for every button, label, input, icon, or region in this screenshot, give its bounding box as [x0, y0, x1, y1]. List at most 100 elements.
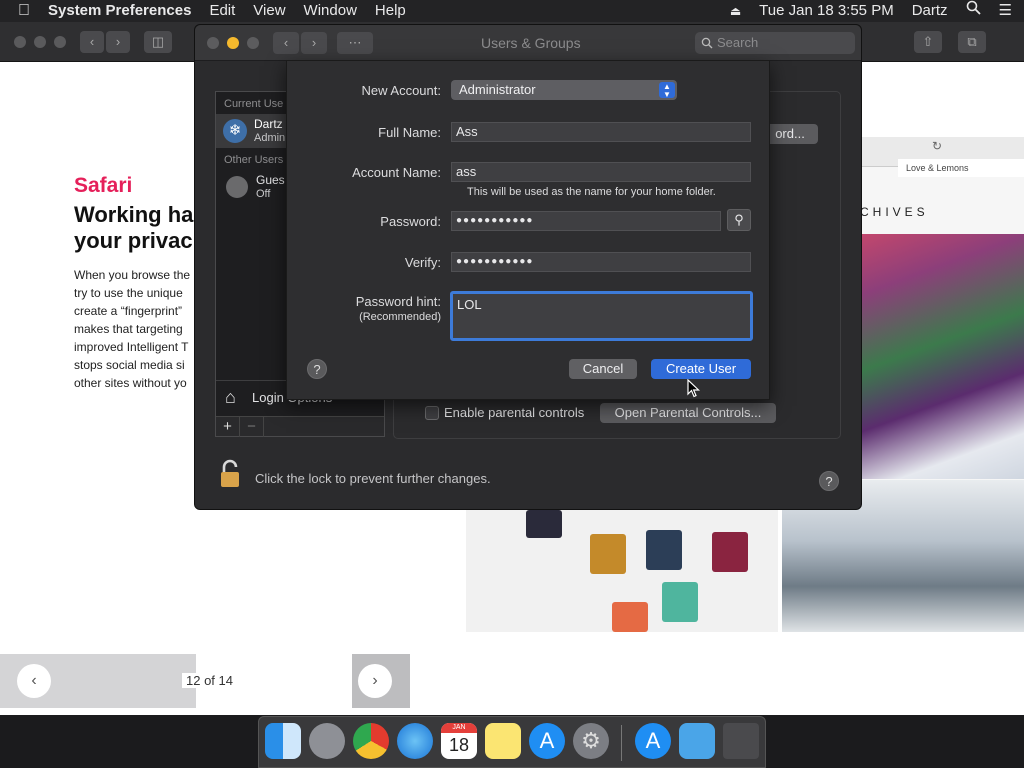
- share-icon[interactable]: ⇧: [914, 31, 942, 53]
- preview-tab: Love & Lemons: [898, 159, 1024, 177]
- cube: [712, 532, 748, 572]
- search-icon: [701, 36, 713, 54]
- forward-icon[interactable]: ›: [301, 32, 327, 54]
- app-menu[interactable]: System Preferences: [39, 0, 200, 22]
- system-preferences-gear-icon[interactable]: ⚙: [573, 723, 609, 759]
- article-body: When you browse the try to use the uniqu…: [74, 266, 199, 392]
- show-all-grid-icon[interactable]: ⋯: [337, 32, 373, 54]
- close-button[interactable]: [14, 36, 26, 48]
- preview-heading: CHIVES: [860, 205, 929, 219]
- sidebar-icon[interactable]: ◫: [144, 31, 172, 53]
- current-users-header: Current Use: [224, 98, 284, 110]
- lock-icon[interactable]: [219, 459, 243, 494]
- house-icon: ⌂: [225, 387, 236, 407]
- guest-status: Off: [256, 188, 271, 200]
- create-user-button[interactable]: Create User: [651, 359, 751, 379]
- finder-icon[interactable]: [265, 723, 301, 759]
- account-name-field[interactable]: ass: [451, 162, 751, 182]
- body-line: When you browse the: [74, 268, 191, 282]
- forward-icon[interactable]: ›: [106, 31, 130, 53]
- verify-field[interactable]: ●●●●●●●●●●●: [451, 252, 751, 272]
- full-name-field[interactable]: Ass: [451, 122, 751, 142]
- prefs-toolbar: ‹ › ⋯ Users & Groups Search: [195, 25, 861, 61]
- spotlight-search-icon[interactable]: [957, 0, 990, 22]
- trash-icon[interactable]: [723, 723, 759, 759]
- guest-avatar-icon: [226, 176, 248, 198]
- password-assistant-key-icon[interactable]: ⚲: [727, 209, 751, 231]
- notification-center-icon[interactable]: ☰: [990, 0, 1024, 22]
- snowflake-avatar-icon: ❄: [223, 119, 247, 143]
- gallery-next-button[interactable]: ›: [358, 664, 392, 698]
- new-account-label: New Account:: [361, 83, 442, 98]
- cube: [646, 530, 682, 570]
- user-menu[interactable]: Dartz: [903, 0, 957, 22]
- cubes-image: [466, 510, 778, 632]
- downloads-folder-icon[interactable]: [679, 723, 715, 759]
- zoom-button[interactable]: [54, 36, 66, 48]
- body-line: improved Intelligent T: [74, 340, 189, 354]
- calendar-month: JAN: [441, 723, 477, 733]
- add-user-button[interactable]: +: [216, 417, 240, 437]
- open-parental-controls-button[interactable]: Open Parental Controls...: [600, 403, 776, 423]
- lock-message: Click the lock to prevent further change…: [255, 471, 491, 486]
- guest-name: Gues: [256, 173, 285, 187]
- reload-icon: ↻: [932, 139, 943, 153]
- gallery-prev-button[interactable]: ‹: [17, 664, 51, 698]
- help-button[interactable]: ?: [819, 471, 839, 491]
- calendar-day: 18: [448, 735, 470, 755]
- app-store-icon[interactable]: A: [529, 723, 565, 759]
- minimize-button[interactable]: [34, 36, 46, 48]
- back-icon[interactable]: ‹: [80, 31, 104, 53]
- hint-sublabel: (Recommended): [359, 311, 441, 323]
- sheet-help-button[interactable]: ?: [307, 359, 327, 379]
- cube: [662, 582, 698, 622]
- account-type-popup[interactable]: Administrator: [451, 80, 677, 100]
- notes-icon[interactable]: [485, 723, 521, 759]
- user-list-footer: + −: [216, 416, 384, 437]
- zoom-button[interactable]: [247, 37, 259, 49]
- remove-user-button[interactable]: −: [240, 417, 264, 437]
- hint-label: Password hint:: [355, 294, 441, 309]
- clock[interactable]: Tue Jan 18 3:55 PM: [750, 0, 903, 22]
- article-title: Working ha your privac: [74, 202, 194, 253]
- body-line: create a “fingerprint”: [74, 304, 183, 318]
- tabs-icon[interactable]: ⧉: [958, 31, 986, 53]
- password-field[interactable]: ●●●●●●●●●●●: [451, 211, 721, 231]
- parental-controls-checkbox[interactable]: [425, 406, 439, 420]
- menu-window[interactable]: Window: [295, 0, 366, 22]
- window-title: Users & Groups: [481, 35, 581, 51]
- menu-bar:  System Preferences Edit View Window He…: [0, 0, 1024, 22]
- search-field[interactable]: Search: [695, 32, 855, 54]
- downloads-appstore-icon[interactable]: A: [635, 723, 671, 759]
- body-line: other sites without yo: [74, 376, 187, 390]
- close-button[interactable]: [207, 37, 219, 49]
- dock: JAN 18 A ⚙ A: [258, 716, 766, 768]
- password-hint-field[interactable]: LOL: [450, 291, 753, 341]
- launchpad-rocket-icon[interactable]: [309, 723, 345, 759]
- gallery-pager: ‹ 12 of 14 ›: [0, 654, 410, 708]
- account-name-hint: This will be used as the name for your h…: [467, 186, 716, 198]
- menu-edit[interactable]: Edit: [200, 0, 244, 22]
- gallery-page-label: 12 of 14: [182, 673, 237, 688]
- calendar-icon[interactable]: JAN 18: [441, 723, 477, 759]
- cube: [526, 510, 562, 538]
- eject-icon[interactable]: ⏏: [721, 0, 750, 22]
- mouse-cursor-icon: [687, 378, 701, 404]
- body-line: stops social media si: [74, 358, 185, 372]
- safari-compass-icon[interactable]: [397, 723, 433, 759]
- apple-menu-icon[interactable]: : [0, 0, 39, 22]
- user-role: Admin: [254, 132, 286, 144]
- verify-label: Verify:: [404, 255, 441, 270]
- menu-help[interactable]: Help: [366, 0, 415, 22]
- back-icon[interactable]: ‹: [273, 32, 299, 54]
- cancel-button[interactable]: Cancel: [569, 359, 637, 379]
- full-name-label: Full Name:: [378, 125, 441, 140]
- body-line: try to use the unique: [74, 286, 183, 300]
- dock-divider: [621, 725, 622, 761]
- menu-view[interactable]: View: [244, 0, 294, 22]
- parental-controls-label: Enable parental controls: [444, 405, 585, 420]
- chrome-icon[interactable]: [353, 723, 389, 759]
- minimize-button[interactable]: [227, 37, 239, 49]
- cube: [590, 534, 626, 574]
- change-password-button[interactable]: ord...: [762, 124, 818, 144]
